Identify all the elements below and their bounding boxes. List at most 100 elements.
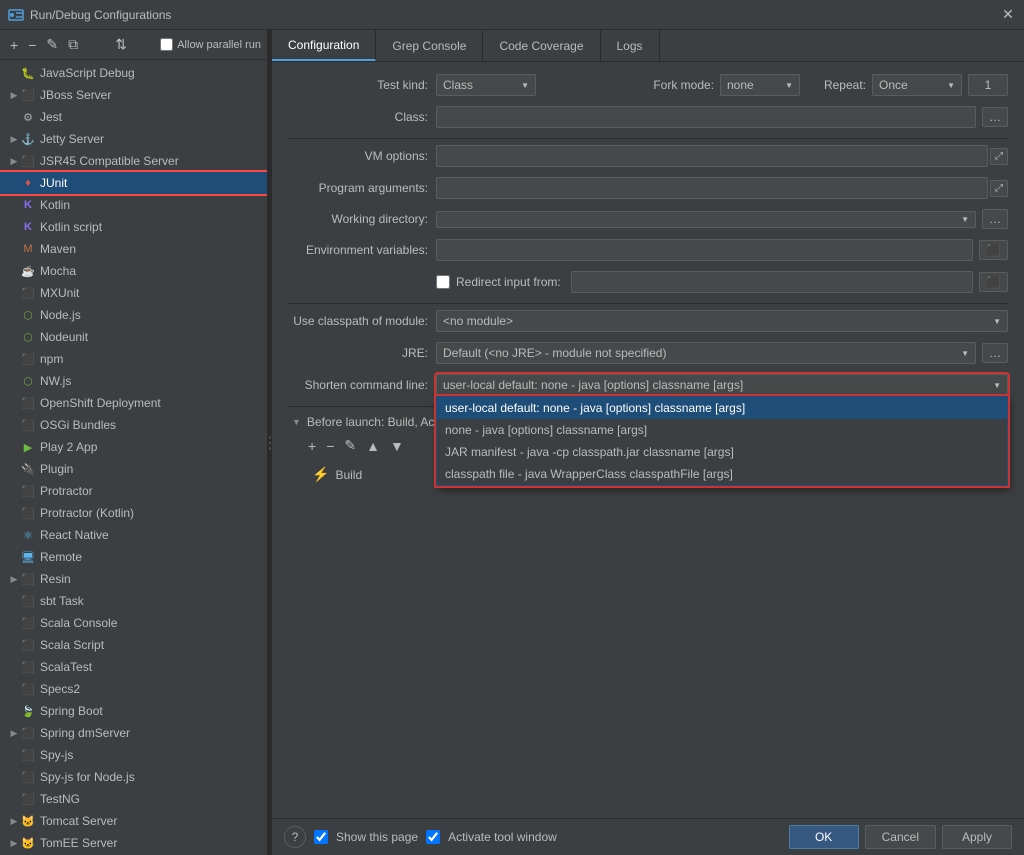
mxunit-icon: ⬛ — [20, 285, 36, 301]
sidebar-item-kotlin[interactable]: K Kotlin — [0, 194, 267, 216]
redirect-input-browse-button[interactable]: ⬛ — [979, 272, 1008, 292]
sidebar-item-osgi[interactable]: ⬛ OSGi Bundles — [0, 414, 267, 436]
repeat-arrow-icon: ▼ — [943, 81, 955, 90]
sidebar-label-testng: TestNG — [40, 792, 80, 806]
sidebar-item-react-native[interactable]: ⚛ React Native — [0, 524, 267, 546]
sidebar-item-nodeunit[interactable]: ⬡ Nodeunit — [0, 326, 267, 348]
shorten-cmd-option-none[interactable]: none - java [options] classname [args] — [437, 419, 1007, 441]
use-classpath-select[interactable]: <no module> ▼ — [436, 310, 1008, 332]
allow-parallel-checkbox[interactable] — [160, 38, 173, 51]
sidebar-item-jsr45[interactable]: ▶ ⬛ JSR45 Compatible Server — [0, 150, 267, 172]
sidebar-item-sbt[interactable]: ⬛ sbt Task — [0, 590, 267, 612]
working-dir-select[interactable]: ▼ — [436, 211, 976, 228]
sidebar-label-mxunit: MXUnit — [40, 286, 79, 300]
shorten-cmd-option-classpath-file[interactable]: classpath file - java WrapperClass class… — [437, 463, 1007, 485]
sidebar-item-jboss-server[interactable]: ▶ ⬛ JBoss Server — [0, 84, 267, 106]
tab-code-coverage[interactable]: Code Coverage — [483, 30, 600, 61]
sidebar-label-spy-js-node: Spy-js for Node.js — [40, 770, 135, 784]
sidebar-item-junit[interactable]: ♦ JUnit — [0, 172, 267, 194]
jre-row: JRE: Default (<no JRE> - module not spec… — [288, 342, 1008, 364]
program-args-expand-button[interactable]: ⤢ — [990, 180, 1008, 197]
redirect-input-checkbox[interactable] — [436, 275, 450, 289]
sidebar-item-openshift[interactable]: ⬛ OpenShift Deployment — [0, 392, 267, 414]
env-vars-browse-button[interactable]: ⬛ — [979, 240, 1008, 260]
cancel-button[interactable]: Cancel — [865, 825, 936, 849]
sidebar-item-scala-script[interactable]: ⬛ Scala Script — [0, 634, 267, 656]
ok-button[interactable]: OK — [789, 825, 859, 849]
help-button[interactable]: ? — [284, 826, 306, 848]
repeat-select[interactable]: Once ▼ — [872, 74, 962, 96]
sidebar-item-mocha[interactable]: ☕ Mocha — [0, 260, 267, 282]
sidebar-item-mxunit[interactable]: ⬛ MXUnit — [0, 282, 267, 304]
sidebar-item-kotlin-script[interactable]: K Kotlin script — [0, 216, 267, 238]
sidebar-item-specs2[interactable]: ⬛ Specs2 — [0, 678, 267, 700]
sidebar-item-protractor[interactable]: ⬛ Protractor — [0, 480, 267, 502]
sidebar-label-sbt: sbt Task — [40, 594, 84, 608]
sidebar-item-remote[interactable]: 🖥 Remote — [0, 546, 267, 568]
tab-configuration[interactable]: Configuration — [272, 30, 376, 61]
openshift-icon: ⬛ — [20, 395, 36, 411]
test-kind-select[interactable]: Class ▼ — [436, 74, 536, 96]
before-launch-collapse-icon[interactable]: ▼ — [292, 417, 301, 427]
apply-button[interactable]: Apply — [942, 825, 1012, 849]
shorten-cmd-arrow-icon: ▼ — [989, 381, 1001, 390]
sidebar-item-plugin[interactable]: 🔌 Plugin — [0, 458, 267, 480]
jre-select[interactable]: Default (<no JRE> - module not specified… — [436, 342, 976, 364]
before-launch-edit-button[interactable]: ✎ — [340, 435, 360, 456]
sort-configs-button[interactable]: ⇅ — [111, 34, 131, 55]
jre-browse-button[interactable]: … — [982, 343, 1008, 363]
sidebar-item-tomee-server[interactable]: ▶ 🐱 TomEE Server — [0, 832, 267, 854]
sidebar-item-jest[interactable]: ⚙ Jest — [0, 106, 267, 128]
repeat-value: Once — [879, 78, 908, 92]
sidebar-item-spring-dmserver[interactable]: ▶ ⬛ Spring dmServer — [0, 722, 267, 744]
vm-options-expand-button[interactable]: ⤢ — [990, 148, 1008, 165]
sidebar-item-tomcat-server[interactable]: ▶ 🐱 Tomcat Server — [0, 810, 267, 832]
sidebar-item-spy-js-node[interactable]: ⬛ Spy-js for Node.js — [0, 766, 267, 788]
activate-tool-window-checkbox[interactable] — [426, 830, 440, 844]
env-vars-input[interactable] — [436, 239, 973, 261]
edit-config-button[interactable]: ✎ — [42, 34, 62, 55]
allow-parallel-label: Allow parallel run — [177, 39, 261, 51]
close-button[interactable]: ✕ — [1000, 7, 1016, 23]
shorten-cmd-option-user-local[interactable]: user-local default: none - java [options… — [437, 397, 1007, 419]
sidebar-item-play2[interactable]: ▶ Play 2 App — [0, 436, 267, 458]
class-input[interactable] — [436, 106, 976, 128]
show-this-page-checkbox[interactable] — [314, 830, 328, 844]
sidebar-item-resin[interactable]: ▶ ⬛ Resin — [0, 568, 267, 590]
fork-mode-select[interactable]: none ▼ — [720, 74, 800, 96]
sidebar-item-nwjs[interactable]: ⬡ NW.js — [0, 370, 267, 392]
shorten-cmd-value: user-local default: none - java [options… — [443, 378, 743, 392]
vm-options-input[interactable]: -ea -Dspring.profiles.active=unittest -D… — [436, 145, 988, 167]
program-args-input[interactable] — [436, 177, 988, 199]
before-launch-add-button[interactable]: + — [304, 435, 320, 456]
sidebar-item-spy-js[interactable]: ⬛ Spy-js — [0, 744, 267, 766]
shorten-cmd-option-jar-manifest[interactable]: JAR manifest - java -cp classpath.jar cl… — [437, 441, 1007, 463]
sidebar-item-npm[interactable]: ⬛ npm — [0, 348, 267, 370]
add-config-button[interactable]: + — [6, 35, 22, 55]
repeat-count-input[interactable]: 1 — [968, 74, 1008, 96]
sidebar-item-protractor-kotlin[interactable]: ⬛ Protractor (Kotlin) — [0, 502, 267, 524]
test-kind-arrow-icon: ▼ — [517, 81, 529, 90]
config-panel: Test kind: Class ▼ Fork mode: none ▼ Rep… — [272, 62, 1024, 818]
sidebar-item-spring-boot[interactable]: 🍃 Spring Boot — [0, 700, 267, 722]
before-launch-move-up-button[interactable]: ▲ — [362, 435, 384, 456]
sidebar-item-javascript-debug[interactable]: 🐛 JavaScript Debug — [0, 62, 267, 84]
sidebar-item-scala-console[interactable]: ⬛ Scala Console — [0, 612, 267, 634]
working-dir-browse-button[interactable]: … — [982, 209, 1008, 229]
shorten-cmd-select[interactable]: user-local default: none - java [options… — [436, 374, 1008, 396]
sidebar-item-jetty-server[interactable]: ▶ ⚓ Jetty Server — [0, 128, 267, 150]
tab-grep-console[interactable]: Grep Console — [376, 30, 483, 61]
sidebar-item-nodejs[interactable]: ⬡ Node.js — [0, 304, 267, 326]
before-launch-remove-button[interactable]: − — [322, 435, 338, 456]
before-launch-move-down-button[interactable]: ▼ — [386, 435, 408, 456]
tab-logs[interactable]: Logs — [601, 30, 660, 61]
sidebar-splitter[interactable] — [268, 30, 272, 855]
class-browse-button[interactable]: … — [982, 107, 1008, 127]
remove-config-button[interactable]: − — [24, 35, 40, 55]
copy-config-button[interactable]: ⧉ — [64, 34, 82, 55]
sidebar-item-scalatest[interactable]: ⬛ ScalaTest — [0, 656, 267, 678]
spring-dmserver-icon: ⬛ — [20, 725, 36, 741]
sidebar-item-maven[interactable]: M Maven — [0, 238, 267, 260]
redirect-input-field[interactable] — [571, 271, 973, 293]
sidebar-item-testng[interactable]: ⬛ TestNG — [0, 788, 267, 810]
